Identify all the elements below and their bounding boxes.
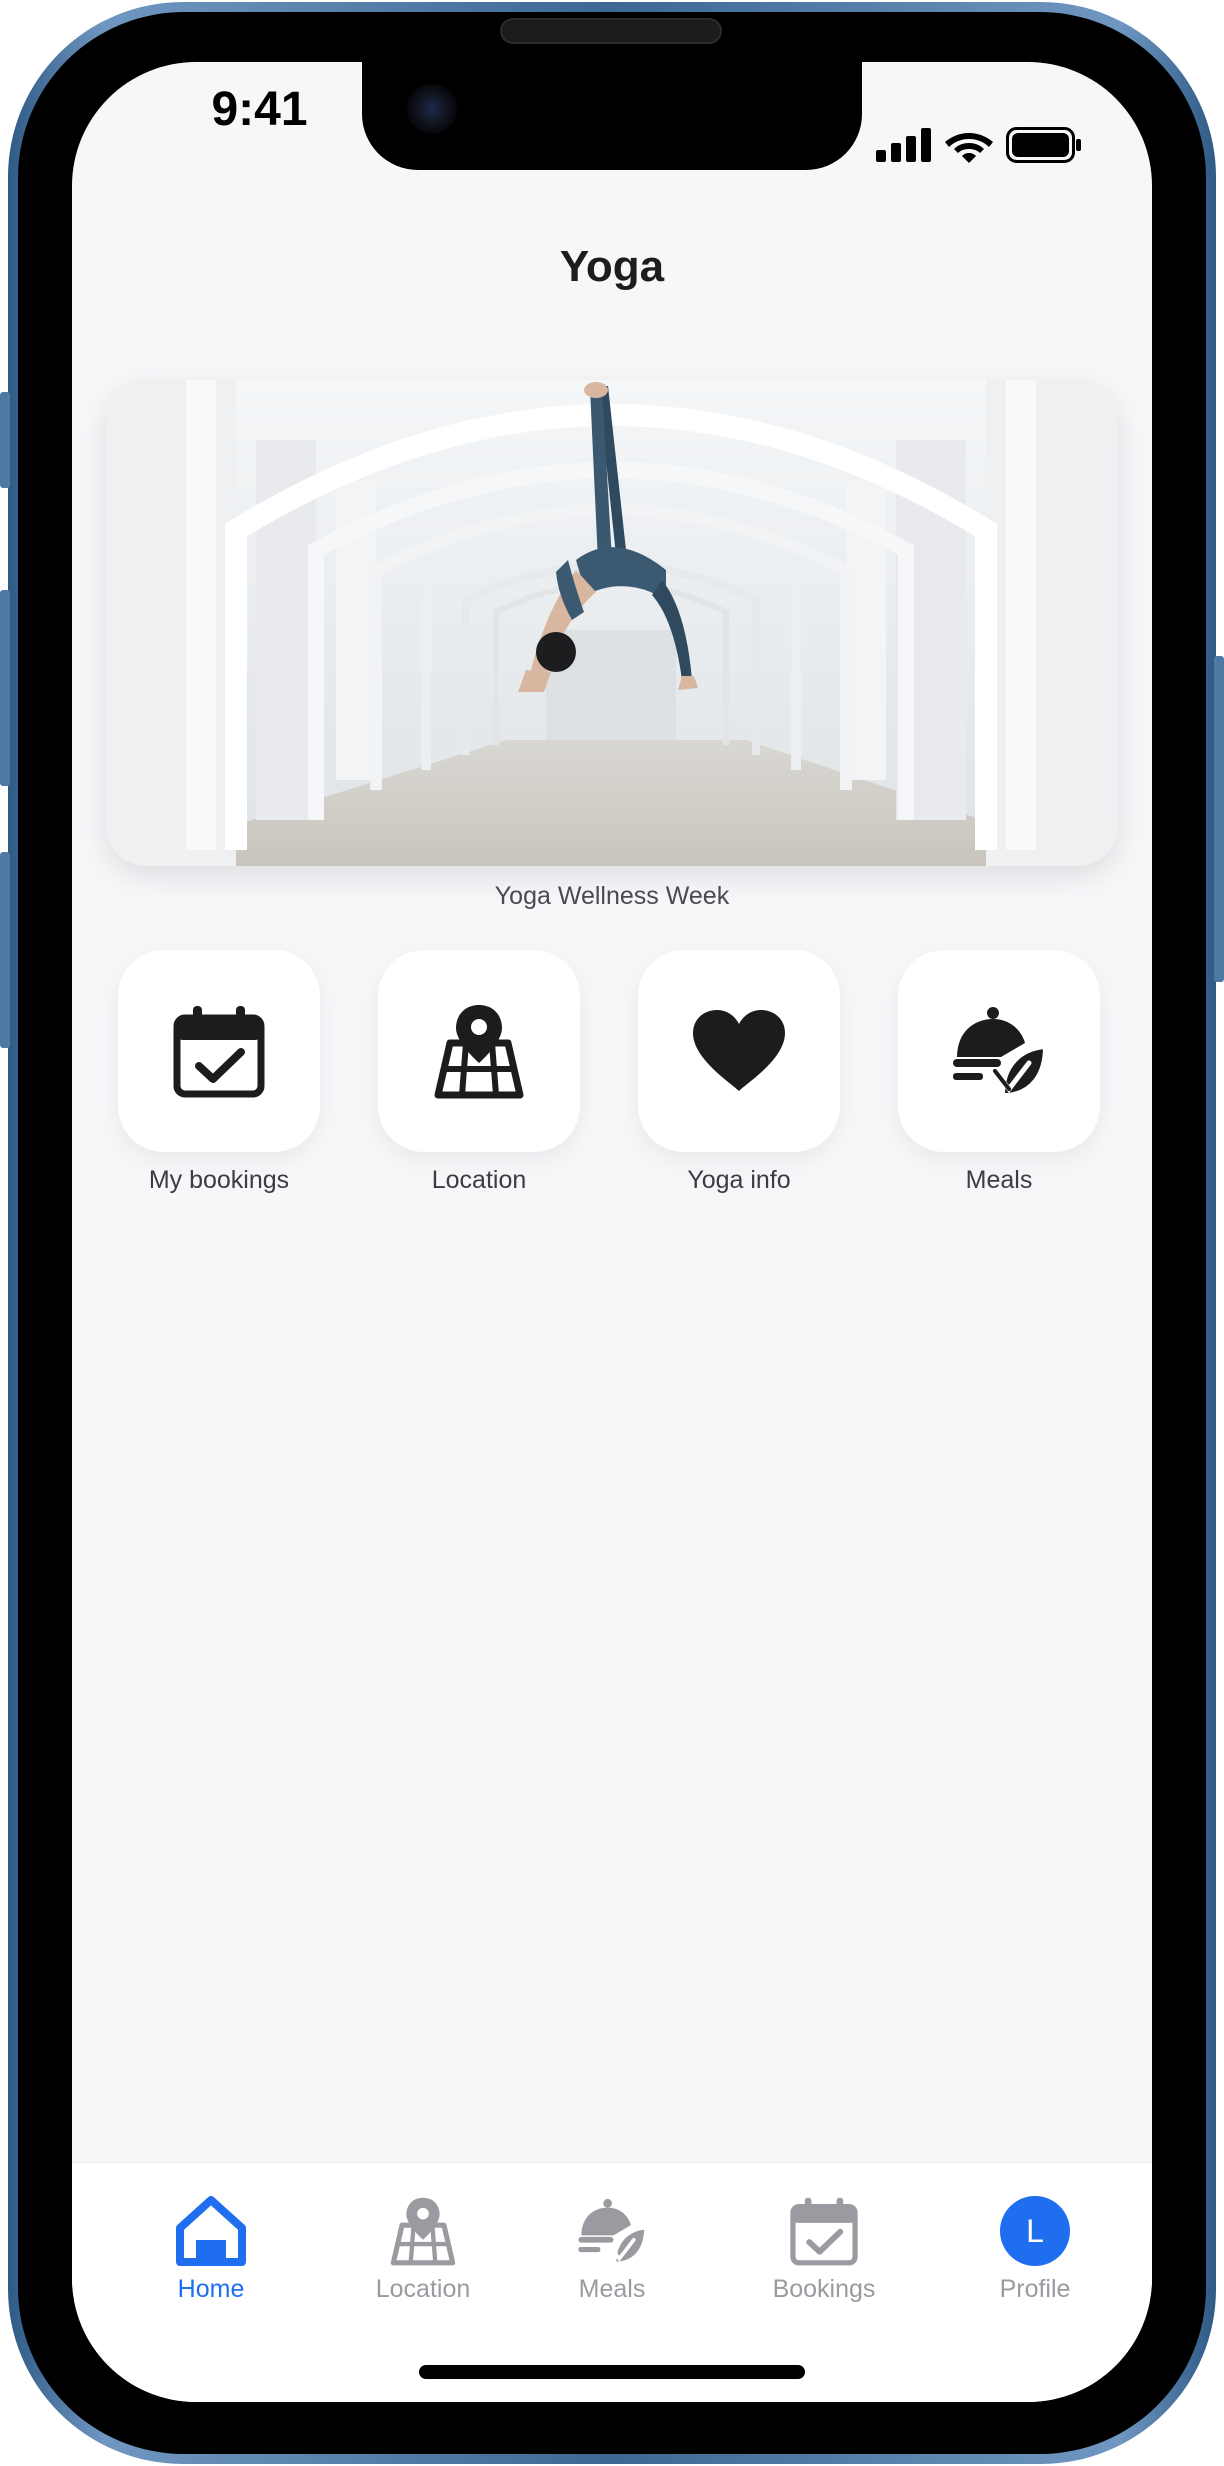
tab-label: Bookings [772, 2275, 876, 2303]
wifi-icon [945, 133, 993, 163]
quick-action-my-bookings[interactable]: My bookings [118, 950, 320, 1195]
screen: 9:41 Yoga Yoga Wellness Week My bookings… [72, 62, 1152, 2402]
quick-action-label: Meals [965, 1166, 1033, 1194]
status-icons [876, 122, 1082, 168]
page-title: Yoga [559, 242, 665, 291]
map-pin-icon [390, 2197, 456, 2266]
calendar-check-icon [790, 2197, 858, 2266]
quick-action-tile[interactable] [118, 950, 320, 1152]
quick-action-location[interactable]: Location [378, 950, 580, 1195]
tab-home[interactable]: Home [116, 2191, 306, 2304]
tab-location[interactable]: Location [328, 2191, 518, 2304]
earpiece-speaker [500, 18, 722, 44]
volume-up-button [0, 590, 10, 786]
quick-action-meals[interactable]: Meals [898, 950, 1100, 1195]
tab-label: Profile [999, 2275, 1071, 2303]
hero-caption: Yoga Wellness Week [494, 882, 730, 910]
quick-action-label: Location [431, 1166, 527, 1194]
quick-actions: My bookings Location Yoga info Meals [118, 950, 1118, 1210]
tab-bar: Home Location Meals Bookings L Profile [72, 2162, 1152, 2402]
cellular-signal-icon [876, 128, 931, 162]
quick-action-label: Yoga info [687, 1166, 791, 1194]
avatar: L [1000, 2196, 1070, 2266]
quick-action-label: My bookings [148, 1166, 290, 1194]
tab-label: Location [375, 2275, 471, 2303]
calendar-check-icon [173, 1006, 265, 1098]
meal-icon [578, 2198, 647, 2265]
quick-action-tile[interactable] [378, 950, 580, 1152]
volume-down-button [0, 852, 10, 1048]
tab-profile[interactable]: L Profile [940, 2191, 1130, 2304]
silent-switch [0, 392, 10, 488]
hero-image [106, 380, 1118, 866]
quick-action-yoga-info[interactable]: Yoga info [638, 950, 840, 1195]
meal-icon [953, 1007, 1047, 1097]
home-indicator [419, 2365, 805, 2379]
front-camera [407, 84, 457, 134]
battery-icon [1006, 127, 1081, 163]
quick-action-tile[interactable] [638, 950, 840, 1152]
status-time: 9:41 [211, 83, 308, 136]
home-icon [176, 2196, 246, 2266]
power-button [1214, 656, 1224, 982]
tab-bookings[interactable]: Bookings [729, 2191, 919, 2304]
tab-meals[interactable]: Meals [517, 2191, 707, 2304]
map-pin-icon [434, 1005, 524, 1099]
tab-label: Meals [578, 2275, 646, 2303]
heart-icon [693, 1010, 785, 1091]
hero-banner[interactable] [106, 380, 1118, 866]
quick-action-tile[interactable] [898, 950, 1100, 1152]
tab-label: Home [177, 2275, 245, 2303]
